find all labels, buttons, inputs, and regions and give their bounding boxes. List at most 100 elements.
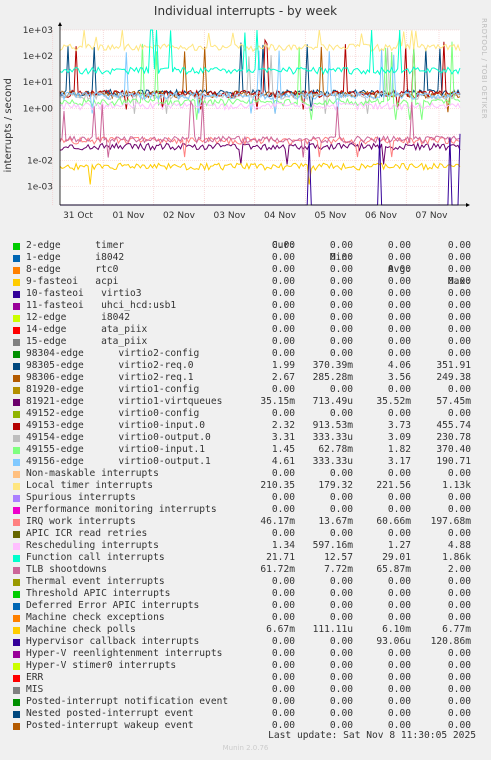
legend-cur: 0.00 bbox=[271, 468, 295, 479]
legend-avg: 0.00 bbox=[387, 408, 411, 419]
legend-row: Spurious interrupts 0.00 0.00 0.00 0.00 bbox=[10, 492, 480, 504]
legend-max: 0.00 bbox=[447, 264, 471, 275]
legend-cur: 0.00 bbox=[271, 492, 295, 503]
legend-min: 12.57 bbox=[324, 552, 353, 563]
legend-row: APIC ICR read retries 0.00 0.00 0.00 0.00 bbox=[10, 528, 480, 540]
legend-cur: 0.00 bbox=[271, 600, 295, 611]
legend-series-name: Nested posted-interrupt event bbox=[26, 708, 194, 719]
legend-series-name: Hypervisor callback interrupts bbox=[26, 636, 200, 647]
legend-cur: 0.00 bbox=[271, 636, 295, 647]
legend-series-name: 15-edge ata_piix bbox=[26, 336, 148, 347]
legend-row: 9-fasteoi acpi 0.00 0.00 0.00 0.00 bbox=[10, 276, 480, 288]
legend-min: 0.00 bbox=[329, 384, 353, 395]
legend-swatch bbox=[13, 459, 20, 466]
legend-avg: 0.00 bbox=[387, 648, 411, 659]
legend-max: 0.00 bbox=[447, 336, 471, 347]
legend-min: 0.00 bbox=[329, 672, 353, 683]
legend-min: 62.78m bbox=[318, 444, 353, 455]
legend-swatch bbox=[13, 387, 20, 394]
legend-max: 0.00 bbox=[447, 504, 471, 515]
legend-cur: 0.00 bbox=[271, 300, 295, 311]
legend-row: Function call interrupts 21.71 12.57 29.01 1… bbox=[10, 552, 480, 564]
legend-swatch bbox=[13, 315, 20, 322]
legend-swatch bbox=[13, 519, 20, 526]
legend-row: 11-fasteoi uhci_hcd:usb1 0.00 0.00 0.00 0.00 bbox=[10, 300, 480, 312]
legend-row: 8-edge rtc0 0.00 0.00 0.00 0.00 bbox=[10, 264, 480, 276]
legend-max: 0.00 bbox=[447, 324, 471, 335]
legend-min: 0.00 bbox=[329, 252, 353, 263]
legend-max: 0.00 bbox=[447, 612, 471, 623]
legend-series-name: 10-fasteoi virtio3 bbox=[26, 288, 142, 299]
legend-cur: 0.00 bbox=[271, 708, 295, 719]
legend-series-name: IRQ work interrupts bbox=[26, 516, 136, 527]
legend-cur: 0.00 bbox=[271, 504, 295, 515]
legend-cur: 0.00 bbox=[271, 324, 295, 335]
legend-swatch bbox=[13, 435, 20, 442]
legend-row: Threshold APIC interrupts 0.00 0.00 0.00 0.0… bbox=[10, 588, 480, 600]
legend-max: 0.00 bbox=[447, 252, 471, 263]
legend-row: Thermal event interrupts 0.00 0.00 0.00 0.00 bbox=[10, 576, 480, 588]
legend-row: Nested posted-interrupt event 0.00 0.00 0.0… bbox=[10, 708, 480, 720]
legend-max: 0.00 bbox=[447, 240, 471, 251]
legend-cur: 3.31 bbox=[271, 432, 295, 443]
legend-row: Machine check polls 6.67m 111.11u 6.10m 6.77… bbox=[10, 624, 480, 636]
legend-min: 0.00 bbox=[329, 312, 353, 323]
legend-max: 0.00 bbox=[447, 672, 471, 683]
legend-min: 0.00 bbox=[329, 240, 353, 251]
legend-avg: 0.00 bbox=[387, 336, 411, 347]
legend-cur: 61.72m bbox=[260, 564, 295, 575]
legend-cur: 0.00 bbox=[271, 288, 295, 299]
legend-min: 0.00 bbox=[329, 696, 353, 707]
legend-cur: 4.61 bbox=[271, 456, 295, 467]
legend-swatch bbox=[13, 651, 20, 658]
legend-cur: 0.00 bbox=[271, 576, 295, 587]
legend-max: 0.00 bbox=[447, 408, 471, 419]
legend-series-name: 49152-edge virtio0-config bbox=[26, 408, 200, 419]
legend-min: 7.72m bbox=[324, 564, 353, 575]
legend-cur: 0.00 bbox=[271, 672, 295, 683]
legend-min: 0.00 bbox=[329, 576, 353, 587]
legend-row: IRQ work interrupts 46.17m 13.67m 60.66m 197… bbox=[10, 516, 480, 528]
legend-row: 1-edge i8042 0.00 0.00 0.00 0.00 bbox=[10, 252, 480, 264]
legend-min: 0.00 bbox=[329, 336, 353, 347]
legend-avg: 3.09 bbox=[387, 432, 411, 443]
legend-max: 0.00 bbox=[447, 708, 471, 719]
legend-max: 0.00 bbox=[447, 288, 471, 299]
legend-avg: 0.00 bbox=[387, 684, 411, 695]
legend-cur: 1.34 bbox=[271, 540, 295, 551]
legend-row: 12-edge i8042 0.00 0.00 0.00 0.00 bbox=[10, 312, 480, 324]
legend-series-name: Machine check polls bbox=[26, 624, 136, 635]
legend-row: Deferred Error APIC interrupts 0.00 0.00 0.… bbox=[10, 600, 480, 612]
legend-min: 0.00 bbox=[329, 648, 353, 659]
legend-row: Hypervisor callback interrupts 0.00 0.00 93… bbox=[10, 636, 480, 648]
legend-swatch bbox=[13, 663, 20, 670]
legend-row: Posted-interrupt notification event 0.00 0… bbox=[10, 696, 480, 708]
legend-max: 351.91 bbox=[436, 360, 471, 371]
legend-cur: 1.99 bbox=[271, 360, 295, 371]
legend-avg: 1.82 bbox=[387, 444, 411, 455]
legend-row: 49153-edge virtio0-input.0 2.32 913.53m 3.7… bbox=[10, 420, 480, 432]
legend-min: 0.00 bbox=[329, 612, 353, 623]
legend-swatch bbox=[13, 411, 20, 418]
legend-series-name: Rescheduling interrupts bbox=[26, 540, 159, 551]
legend-series-name: 81921-edge virtio1-virtqueues bbox=[26, 396, 223, 407]
legend-swatch bbox=[13, 627, 20, 634]
legend-row: MIS 0.00 0.00 0.00 0.00 bbox=[10, 684, 480, 696]
legend-cur: 0.00 bbox=[271, 588, 295, 599]
legend-series-name: Local timer interrupts bbox=[26, 480, 154, 491]
legend-max: 2.00 bbox=[447, 564, 471, 575]
legend-series-name: 98304-edge virtio2-config bbox=[26, 348, 200, 359]
y-tick-label: 1e+02 bbox=[23, 52, 53, 62]
legend-avg: 1.27 bbox=[387, 540, 411, 551]
x-tick-label: 07 Nov bbox=[416, 211, 449, 221]
legend-swatch bbox=[13, 423, 20, 430]
legend-row: 81920-edge virtio1-config 0.00 0.00 0.00 0.0… bbox=[10, 384, 480, 396]
legend-avg: 0.00 bbox=[387, 576, 411, 587]
legend-avg: 3.73 bbox=[387, 420, 411, 431]
legend-cur: 1.45 bbox=[271, 444, 295, 455]
legend-max: 0.00 bbox=[447, 276, 471, 287]
last-update: Last update: Sat Nov 8 11:30:05 2025 bbox=[268, 730, 476, 741]
legend-series-name: 9-fasteoi acpi bbox=[26, 276, 119, 287]
legend-row: 81921-edge virtio1-virtqueues 35.15m 713.4… bbox=[10, 396, 480, 408]
legend-min: 0.00 bbox=[329, 528, 353, 539]
